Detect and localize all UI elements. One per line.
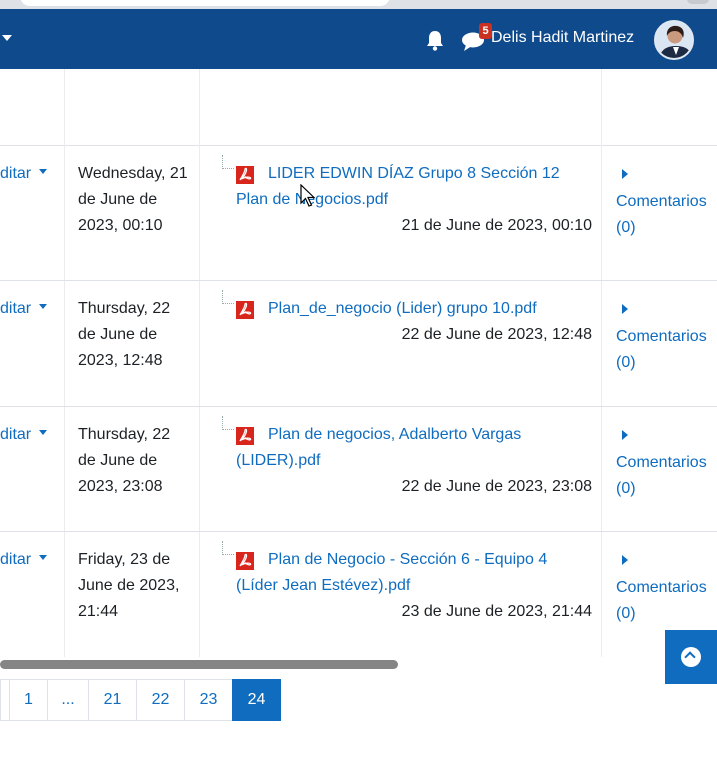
tree-line bbox=[222, 290, 234, 304]
page-link-23[interactable]: 23 bbox=[184, 679, 233, 721]
file-timestamp: 23 de June de 2023, 21:44 bbox=[401, 603, 592, 620]
file-timestamp: 21 de June de 2023, 00:10 bbox=[401, 217, 592, 234]
submission-date: Thursday, 22 de June de 2023, 12:48 bbox=[78, 300, 171, 369]
caret-right-icon bbox=[622, 169, 628, 179]
tree-line bbox=[222, 541, 234, 555]
comments-label: Comentarios (0) bbox=[616, 193, 707, 236]
page-link-22[interactable]: 22 bbox=[136, 679, 185, 721]
comments-label: Comentarios (0) bbox=[616, 454, 707, 497]
pdf-icon bbox=[236, 301, 254, 319]
horizontal-scrollbar[interactable] bbox=[0, 660, 398, 669]
file-link[interactable]: Plan_de_negocio (Lider) grupo 10.pdf bbox=[236, 296, 592, 322]
file-link[interactable]: LIDER EDWIN DÍAZ Grupo 8 Sección 12 Plan… bbox=[236, 161, 592, 213]
caret-down-icon bbox=[39, 169, 48, 175]
table-row: ditar Friday, 23 de June de 2023, 21:44 … bbox=[0, 532, 717, 657]
file-link[interactable]: Plan de Negocio - Sección 6 - Equipo 4 (… bbox=[236, 547, 592, 599]
file-timestamp: 22 de June de 2023, 12:48 bbox=[401, 326, 592, 343]
table-row: ditar Thursday, 22 de June de 2023, 12:4… bbox=[0, 281, 717, 407]
user-name[interactable]: Delis Hadit Martinez bbox=[491, 29, 634, 47]
comments-label: Comentarios (0) bbox=[616, 328, 707, 371]
file-timestamp: 22 de June de 2023, 23:08 bbox=[401, 478, 592, 495]
caret-down-icon bbox=[39, 555, 48, 561]
caret-right-icon bbox=[622, 555, 628, 565]
submission-file: LIDER EDWIN DÍAZ Grupo 8 Sección 12 Plan… bbox=[222, 155, 592, 239]
file-link[interactable]: Plan de negocios, Adalberto Vargas (LIDE… bbox=[236, 422, 592, 474]
edit-label: ditar bbox=[0, 165, 32, 182]
page-link-24-current[interactable]: 24 bbox=[232, 679, 281, 721]
comments-label: Comentarios (0) bbox=[616, 579, 707, 622]
edit-dropdown[interactable]: ditar bbox=[0, 165, 48, 183]
edit-label: ditar bbox=[0, 426, 32, 443]
comments-toggle[interactable]: Comentarios (0) bbox=[616, 161, 717, 241]
caret-right-icon bbox=[622, 430, 628, 440]
browser-address-edge bbox=[20, 0, 390, 6]
submission-date: Thursday, 22 de June de 2023, 23:08 bbox=[78, 426, 171, 495]
caret-down-icon bbox=[39, 430, 48, 436]
avatar-picture bbox=[656, 22, 692, 58]
submission-file: Plan_de_negocio (Lider) grupo 10.pdf 22 … bbox=[222, 290, 592, 348]
nav-menu-caret-icon[interactable] bbox=[2, 35, 12, 41]
table-row: ditar Thursday, 22 de June de 2023, 23:0… bbox=[0, 407, 717, 532]
page-ellipsis: ... bbox=[47, 679, 89, 721]
edit-label: ditar bbox=[0, 300, 32, 317]
edit-dropdown[interactable]: ditar bbox=[0, 426, 48, 444]
page-link-1[interactable]: 1 bbox=[9, 679, 48, 721]
back-to-top-button[interactable] bbox=[665, 630, 717, 684]
tree-line bbox=[222, 155, 234, 169]
bell-icon[interactable] bbox=[425, 29, 445, 51]
avatar[interactable] bbox=[654, 20, 694, 60]
caret-down-icon bbox=[39, 304, 48, 310]
browser-control bbox=[687, 0, 709, 4]
pdf-icon bbox=[236, 166, 254, 184]
mouse-cursor-icon bbox=[300, 184, 316, 207]
caret-right-icon bbox=[622, 304, 628, 314]
edit-dropdown[interactable]: ditar bbox=[0, 551, 48, 569]
browser-top-strip bbox=[0, 0, 717, 9]
pdf-icon bbox=[236, 552, 254, 570]
comments-toggle[interactable]: Comentarios (0) bbox=[616, 296, 717, 376]
tree-line bbox=[222, 416, 234, 430]
page-link-21[interactable]: 21 bbox=[88, 679, 137, 721]
submission-file: Plan de negocios, Adalberto Vargas (LIDE… bbox=[222, 416, 592, 500]
submission-date: Friday, 23 de June de 2023, 21:44 bbox=[78, 551, 180, 620]
comments-toggle[interactable]: Comentarios (0) bbox=[616, 422, 717, 502]
top-navbar: 5 Delis Hadit Martinez bbox=[0, 9, 717, 69]
edit-label: ditar bbox=[0, 551, 32, 568]
table-header-row bbox=[0, 69, 717, 146]
edit-dropdown[interactable]: ditar bbox=[0, 300, 48, 318]
pagination: 1 ... 21 22 23 24 bbox=[0, 679, 281, 721]
submission-date: Wednesday, 21 de June de 2023, 00:10 bbox=[78, 165, 188, 234]
submission-file: Plan de Negocio - Sección 6 - Equipo 4 (… bbox=[222, 541, 592, 625]
table-row: ditar Wednesday, 21 de June de 2023, 00:… bbox=[0, 146, 717, 281]
pdf-icon bbox=[236, 427, 254, 445]
comments-toggle[interactable]: Comentarios (0) bbox=[616, 547, 717, 627]
